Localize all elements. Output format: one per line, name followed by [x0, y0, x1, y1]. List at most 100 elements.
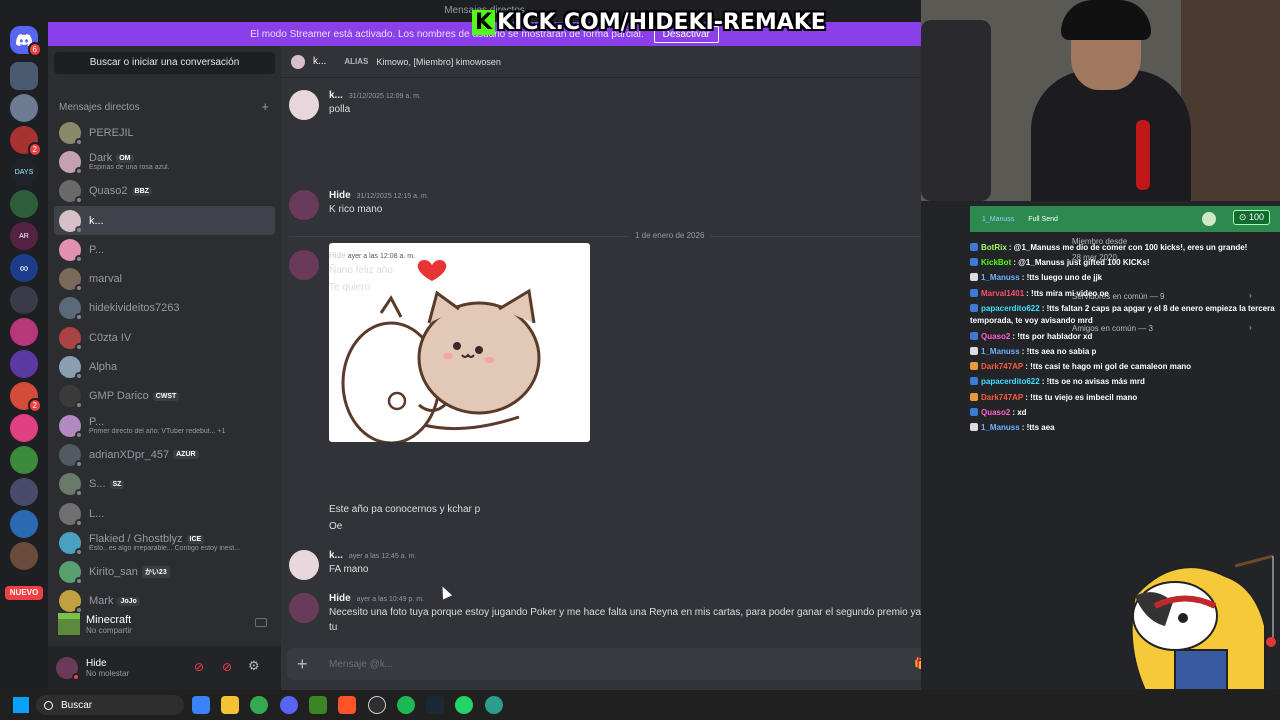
avatar[interactable]	[289, 90, 319, 120]
dm-item[interactable]: P... Primer directo del año: VTuber redeb…	[54, 411, 275, 440]
server-icon[interactable]	[10, 350, 38, 378]
server-icon[interactable]	[10, 318, 38, 346]
discord-taskbar-icon[interactable]	[280, 696, 298, 714]
server-icon[interactable]	[10, 510, 38, 538]
dm-item[interactable]: PEREJIL	[54, 118, 275, 147]
chat-line: papacerdito622: !tts faltan 2 caps pa ap…	[970, 301, 1280, 329]
dm-item[interactable]: Dark OM Espinas de una rosa azul.	[54, 147, 275, 176]
badge-icon	[970, 423, 978, 432]
dm-item[interactable]: L...	[54, 499, 275, 528]
avatar[interactable]	[289, 190, 319, 220]
spotify-icon[interactable]	[397, 696, 415, 714]
server-icon[interactable]	[10, 478, 38, 506]
status-dot	[75, 166, 83, 175]
author-name[interactable]: k...	[329, 90, 343, 101]
dm-item[interactable]: Quaso2 BBZ	[54, 177, 275, 206]
screen-share-icon[interactable]	[255, 618, 267, 627]
dnd-status-dot	[72, 673, 80, 681]
server-icon[interactable]	[10, 414, 38, 442]
server-icon[interactable]	[10, 62, 38, 90]
dm-item[interactable]: adrianXDpr_457 AZUR	[54, 440, 275, 469]
chat-line: 1_Manuss: !tts aea	[970, 420, 1280, 435]
author-name[interactable]: Hide	[329, 190, 351, 201]
activity-panel[interactable]: Minecraft No compartir	[54, 608, 275, 640]
chat-line: Dark747AP: !tts casi te hago mi gol de c…	[970, 359, 1280, 374]
author-name[interactable]: Hide	[329, 593, 351, 604]
dm-item[interactable]: hidekivideitos7263	[54, 294, 275, 323]
avatar	[59, 121, 83, 146]
whatsapp-icon[interactable]	[455, 696, 473, 714]
avatar[interactable]	[289, 250, 319, 280]
dm-item-selected[interactable]: k...	[54, 205, 275, 236]
dm-item[interactable]: Kirito_san かい23	[54, 557, 275, 586]
mic-muted-icon[interactable]: ⊘	[194, 660, 204, 674]
badge-icon	[970, 273, 978, 282]
stream-chat: BotRix: @1_Manuss me dio de comer con 10…	[970, 240, 1280, 435]
dm-item[interactable]: P...	[54, 235, 275, 264]
chat-text: : !tts luego uno de jjk	[1021, 273, 1103, 283]
obs-icon[interactable]	[368, 696, 386, 714]
search-conversation-button[interactable]: Buscar o iniciar una conversación	[54, 52, 275, 74]
badge-icon	[970, 377, 978, 386]
chat-text: : !tts casi te hago mi gol de camaleon m…	[1025, 362, 1192, 372]
clan-tag: ICE	[186, 534, 205, 544]
browser-icon[interactable]	[485, 696, 503, 714]
attach-plus-icon[interactable]: +	[297, 655, 315, 673]
author-name[interactable]: k...	[329, 550, 343, 561]
steam-icon[interactable]	[426, 696, 444, 714]
dm-item[interactable]: C0zta IV	[54, 323, 275, 352]
headphones-muted-icon[interactable]: ⊘	[222, 660, 232, 674]
server-icon[interactable]	[10, 190, 38, 218]
activity-title: Minecraft	[86, 613, 132, 626]
discord-home-icon[interactable]: 6	[10, 26, 42, 57]
chat-user: 1_Manuss	[981, 347, 1020, 357]
server-icon[interactable]: ∞	[10, 254, 38, 282]
minecraft-taskbar-icon[interactable]	[309, 696, 327, 714]
dm-item[interactable]: marval	[54, 264, 275, 293]
server-icon[interactable]: 2	[10, 126, 42, 157]
dm-name: L...	[89, 507, 105, 520]
settings-gear-icon[interactable]: ⚙	[248, 658, 260, 674]
brave-icon[interactable]	[338, 696, 356, 714]
status-dot	[75, 489, 83, 498]
image-attachment[interactable]: Hide ayer a las 12:08 a. m. Ñano feliz a…	[329, 243, 590, 442]
avatar[interactable]	[289, 593, 319, 623]
server-icon[interactable]	[10, 94, 38, 122]
server-icon[interactable]: 2	[10, 382, 42, 413]
new-badge: NUEVO	[5, 586, 43, 600]
avatar	[59, 180, 83, 205]
avatar[interactable]	[289, 550, 319, 580]
message-text: tu	[329, 622, 338, 633]
taskbar-search[interactable]: Buscar	[36, 695, 184, 715]
chrome-icon[interactable]	[250, 696, 268, 714]
status-dot	[75, 459, 83, 468]
add-dm-icon[interactable]: +	[261, 100, 269, 113]
dm-item[interactable]: S... SZ	[54, 470, 275, 499]
dm-item[interactable]: Flakied / Ghostblyz ICE Esto.. es algo irr…	[54, 528, 275, 557]
teams-icon[interactable]	[192, 696, 210, 714]
chat-text: : !tts aea no sabia p	[1021, 347, 1097, 357]
badge-icon	[970, 331, 978, 340]
dm-item[interactable]: Alpha	[54, 352, 275, 381]
webcam-chair	[921, 20, 991, 201]
dm-item[interactable]: GMP Darico CWST	[54, 382, 275, 411]
server-icon[interactable]	[10, 542, 38, 570]
server-icon[interactable]	[10, 446, 38, 474]
timestamp: ayer a las 12:45 a. m.	[348, 553, 417, 560]
file-explorer-icon[interactable]	[221, 696, 239, 714]
header-name: k...	[313, 56, 327, 67]
status-dot	[75, 518, 83, 527]
badge-icon	[970, 258, 978, 267]
avatar	[59, 502, 83, 527]
message-input[interactable]: Mensaje @k...	[329, 659, 393, 670]
server-icon[interactable]: DAYS	[10, 158, 38, 186]
status-dot	[75, 372, 83, 381]
dm-sidebar: Buscar o iniciar una conversación Mensaj…	[48, 46, 281, 690]
server-icon[interactable]	[10, 286, 38, 314]
webcam-microphone	[1136, 120, 1150, 190]
user-avatar[interactable]	[56, 657, 80, 681]
server-icon[interactable]: AR	[10, 222, 38, 250]
avatar	[59, 414, 83, 439]
windows-start-icon[interactable]	[13, 697, 29, 713]
taskbar-search-label: Buscar	[61, 699, 93, 711]
